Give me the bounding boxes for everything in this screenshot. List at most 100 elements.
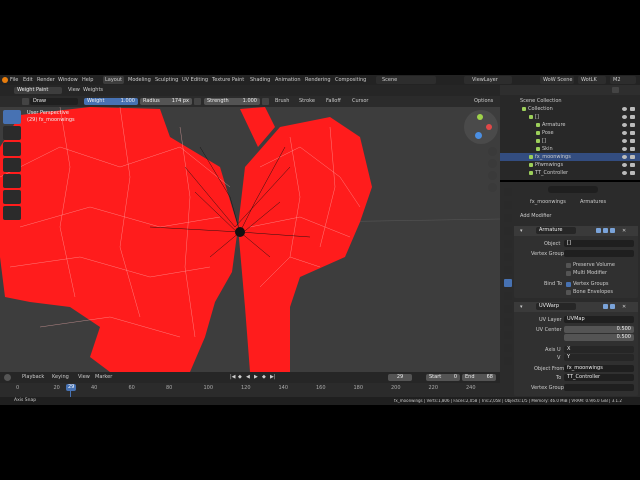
properties-tab-scene-icon[interactable] <box>504 240 512 248</box>
sample-weight-tool-icon[interactable] <box>3 190 21 204</box>
annotate-tool-icon[interactable] <box>3 206 21 220</box>
prev-key-icon[interactable]: ◆ <box>238 375 242 380</box>
menu-edit[interactable]: Edit <box>23 78 33 83</box>
pan-hand-icon[interactable] <box>488 159 497 168</box>
visibility-eye-icon[interactable] <box>622 147 627 151</box>
properties-tab-view-layer-icon[interactable] <box>504 227 512 235</box>
outliner-item[interactable]: Pose <box>500 129 640 137</box>
axis-v-dropdown[interactable]: Y <box>564 354 634 361</box>
topbar-field-0[interactable]: WoW Scene <box>540 76 574 84</box>
menu-render[interactable]: Render <box>37 78 55 83</box>
close-icon[interactable]: ✕ <box>622 305 626 310</box>
menu-weights[interactable]: Weights <box>83 88 103 93</box>
mode-selector[interactable]: Weight Paint <box>14 87 62 94</box>
outliner-item[interactable]: Collection <box>500 105 640 113</box>
render-camera-icon[interactable] <box>630 163 635 167</box>
blur-tool-icon[interactable] <box>3 126 21 140</box>
topbar-field-1[interactable]: WotLK <box>578 76 606 84</box>
render-camera-icon[interactable] <box>630 131 635 135</box>
tab-rendering[interactable]: Rendering <box>303 76 333 84</box>
camera-view-icon[interactable] <box>488 171 497 180</box>
render-camera-icon[interactable] <box>630 155 635 159</box>
menu-window[interactable]: Window <box>58 78 78 83</box>
properties-tab-material-icon[interactable] <box>504 344 512 352</box>
radius-slider[interactable]: Radius 174 px <box>140 98 192 105</box>
gradient-tool-icon[interactable] <box>3 174 21 188</box>
axis-u-dropdown[interactable]: X <box>564 346 634 353</box>
outliner-item[interactable]: Pfwmwings <box>500 161 640 169</box>
falloff-dropdown[interactable]: Falloff <box>326 99 341 104</box>
stroke-dropdown[interactable]: Stroke <box>299 99 315 104</box>
blender-logo-icon[interactable] <box>2 77 8 83</box>
playhead[interactable]: 29 <box>66 384 76 391</box>
preserve-volume-checkbox[interactable] <box>566 263 571 268</box>
close-icon[interactable]: ✕ <box>622 229 626 234</box>
weight-slider[interactable]: Weight 1.000 <box>84 98 138 105</box>
grid-perspective-icon[interactable] <box>488 183 497 192</box>
properties-tab-tool-icon[interactable] <box>504 188 512 196</box>
editor-type-icon[interactable] <box>4 374 11 381</box>
brush-dropdown[interactable]: Brush <box>275 99 289 104</box>
play-icon[interactable]: ▶ <box>254 375 258 380</box>
properties-tab-render-icon[interactable] <box>504 201 512 209</box>
properties-tab-texture-icon[interactable] <box>504 357 512 365</box>
uv-center-x-field[interactable]: 0.500 <box>564 326 634 333</box>
tab-shading[interactable]: Shading <box>248 76 272 84</box>
to-object-field[interactable]: TT_Controller <box>564 374 634 381</box>
outliner-filter-icon[interactable] <box>612 87 619 93</box>
uv-layer-field[interactable]: UVMap <box>564 316 634 323</box>
armature-modifier-header[interactable]: ▾ Armature ✕ <box>514 226 638 236</box>
render-toggle-icon[interactable] <box>610 228 615 233</box>
play-reverse-icon[interactable]: ◀ <box>246 375 250 380</box>
properties-tab-output-icon[interactable] <box>504 214 512 222</box>
visibility-eye-icon[interactable] <box>622 171 627 175</box>
tab-sculpting[interactable]: Sculpting <box>153 76 180 84</box>
strength-pressure-icon[interactable] <box>262 98 269 105</box>
brush-name-field[interactable]: Draw <box>30 98 78 105</box>
object-from-field[interactable]: fx_moonwings <box>564 365 634 372</box>
viewport-toggle-icon[interactable] <box>603 304 608 309</box>
render-toggle-icon[interactable] <box>610 304 615 309</box>
tab-texture-paint[interactable]: Texture Paint <box>210 76 246 84</box>
tab-compositing[interactable]: Compositing <box>333 76 368 84</box>
start-frame-field[interactable]: Start 0 <box>426 374 460 381</box>
menu-playback[interactable]: Playback <box>22 375 44 380</box>
tab-uv-editing[interactable]: UV Editing <box>180 76 210 84</box>
collapse-arrow-icon[interactable]: ▾ <box>520 305 523 310</box>
properties-tab-object-icon[interactable] <box>504 266 512 274</box>
average-tool-icon[interactable] <box>3 142 21 156</box>
zoom-icon[interactable] <box>488 147 497 156</box>
visibility-eye-icon[interactable] <box>622 123 627 127</box>
jump-end-icon[interactable]: ▶| <box>270 375 276 380</box>
armature-vertex-group-field[interactable] <box>564 250 634 257</box>
visibility-eye-icon[interactable] <box>622 107 627 111</box>
visibility-eye-icon[interactable] <box>622 139 627 143</box>
draw-tool-icon[interactable] <box>3 110 21 124</box>
outliner-item[interactable]: fx_moonwings <box>500 153 640 161</box>
viewport-toggle-icon[interactable] <box>603 228 608 233</box>
pressure-icon[interactable] <box>194 98 201 105</box>
brush-icon[interactable] <box>22 98 29 105</box>
visibility-eye-icon[interactable] <box>622 163 627 167</box>
tab-modeling[interactable]: Modeling <box>126 76 153 84</box>
armature-object-field[interactable]: [] <box>564 240 634 247</box>
render-camera-icon[interactable] <box>630 171 635 175</box>
properties-tab-constraints-icon[interactable] <box>504 318 512 326</box>
tab-layout[interactable]: Layout <box>103 76 124 84</box>
jump-start-icon[interactable]: |◀ <box>230 375 236 380</box>
render-camera-icon[interactable] <box>630 115 635 119</box>
properties-search[interactable] <box>548 186 598 193</box>
multi-modifier-checkbox[interactable] <box>566 271 571 276</box>
menu-marker[interactable]: Marker <box>95 375 112 380</box>
navigation-gizmo[interactable] <box>464 110 498 144</box>
outliner-root[interactable]: Scene Collection <box>500 97 640 105</box>
options-dropdown[interactable]: Options <box>474 99 493 104</box>
render-camera-icon[interactable] <box>630 123 635 127</box>
properties-tab-physics-icon[interactable] <box>504 305 512 313</box>
menu-file[interactable]: File <box>10 78 18 83</box>
menu-view[interactable]: View <box>78 375 90 380</box>
topbar-field-2[interactable]: M2 <box>610 76 636 84</box>
armature-modifier-name[interactable]: Armature <box>536 227 576 234</box>
uvwarp-vertex-group-field[interactable] <box>564 384 634 391</box>
view-layer-selector[interactable]: ViewLayer <box>464 76 512 84</box>
